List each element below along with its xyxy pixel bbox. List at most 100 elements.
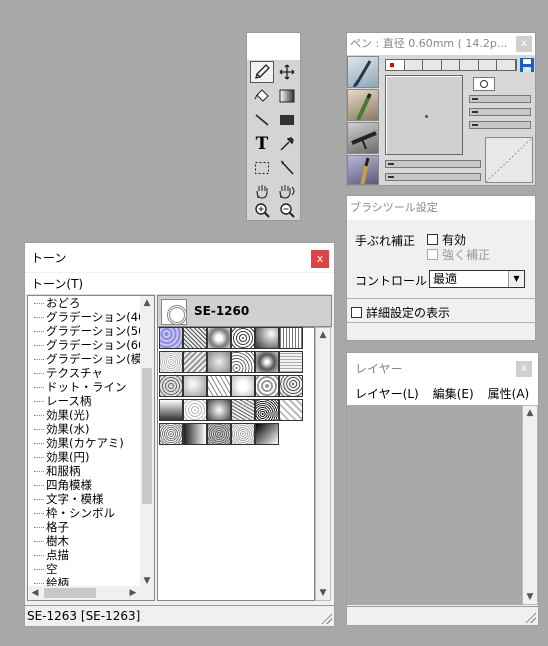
tree-item[interactable]: 文字・模様 — [28, 492, 104, 506]
nib-pen-thumbnail[interactable] — [347, 56, 379, 88]
resize-grip-icon[interactable] — [524, 611, 536, 623]
text-tool-button[interactable]: T — [250, 133, 274, 155]
scroll-up-icon[interactable]: ▲ — [140, 296, 154, 310]
scroll-down-icon[interactable]: ▼ — [523, 590, 537, 604]
tone-swatch[interactable] — [159, 327, 183, 349]
tree-vertical-scrollbar[interactable]: ▲ ▼ — [140, 296, 154, 588]
tree-item[interactable]: おどろ — [28, 296, 81, 310]
selection-tool-button[interactable] — [250, 157, 274, 179]
tree-scroll-thumb[interactable] — [142, 368, 152, 504]
tool-palette-header[interactable] — [247, 33, 300, 60]
tree-item[interactable]: 格子 — [28, 520, 69, 534]
tree-item[interactable]: 効果(水) — [28, 422, 89, 436]
tone-swatch[interactable] — [207, 375, 231, 397]
tree-item[interactable]: グラデーション(50 — [28, 324, 145, 338]
pen-window-close-button[interactable]: x — [516, 36, 532, 52]
airbrush-thumbnail[interactable] — [347, 122, 379, 154]
pen-slider-5[interactable] — [385, 173, 481, 181]
tone-swatch[interactable] — [279, 375, 303, 397]
tone-swatch[interactable] — [183, 399, 207, 421]
tone-swatch[interactable] — [279, 399, 303, 421]
pen-window-title[interactable]: ペン : 直径 0.60mm ( 14.2p... — [347, 33, 535, 55]
tone-swatch[interactable] — [207, 423, 231, 445]
pen-slider-1[interactable] — [469, 95, 531, 103]
pen-tool-button[interactable] — [250, 61, 274, 83]
tone-swatch[interactable] — [231, 399, 255, 421]
tone-swatch[interactable] — [183, 375, 207, 397]
tone-swatch[interactable] — [159, 351, 183, 373]
tone-swatch[interactable] — [159, 375, 183, 397]
pen-slider-2[interactable] — [469, 108, 531, 116]
scroll-up-icon[interactable]: ▲ — [316, 328, 330, 342]
tree-item[interactable]: 効果(円) — [28, 450, 89, 464]
brush-settings-title[interactable]: ブラシツール設定 — [347, 196, 535, 220]
tone-swatch[interactable] — [255, 399, 279, 421]
tone-window-close-button[interactable]: x — [311, 250, 329, 268]
resize-grip-icon[interactable] — [320, 612, 332, 624]
tree-hscroll-thumb[interactable] — [44, 588, 96, 598]
layer-scrollbar[interactable]: ▲ ▼ — [522, 405, 538, 605]
pen-size-indicator[interactable] — [473, 77, 495, 91]
scroll-up-icon[interactable]: ▲ — [523, 406, 537, 420]
tone-swatch[interactable] — [231, 423, 255, 445]
tone-swatch[interactable] — [279, 351, 303, 373]
menu-attribute[interactable]: 属性(A) — [488, 383, 530, 405]
pen-preset-tabs[interactable] — [385, 59, 517, 71]
tone-swatch[interactable] — [159, 423, 183, 445]
tone-swatch[interactable] — [207, 327, 231, 349]
rectangle-tool-button[interactable] — [275, 109, 299, 131]
scroll-right-icon[interactable]: ▶ — [126, 586, 140, 600]
wand-tool-button[interactable] — [275, 157, 299, 179]
checkbox-box[interactable] — [351, 307, 362, 318]
save-icon[interactable] — [519, 57, 535, 73]
pressure-curve[interactable] — [485, 137, 533, 183]
layer-window-close-button[interactable]: x — [516, 361, 532, 377]
tree-item[interactable]: レース柄 — [28, 394, 91, 408]
tone-swatch[interactable] — [183, 327, 207, 349]
zoom-out-tool-button[interactable] — [275, 199, 299, 221]
tone-swatch[interactable] — [159, 399, 183, 421]
fill-tool-button[interactable] — [250, 85, 274, 107]
detail-settings-checkbox[interactable]: 詳細設定の表示 — [351, 304, 450, 321]
tree-item[interactable]: 樹木 — [28, 534, 69, 548]
tree-item[interactable]: 空 — [28, 562, 58, 576]
pencil-thumbnail[interactable] — [347, 89, 379, 121]
control-select[interactable]: 最適 ▼ — [429, 270, 525, 288]
tone-swatch[interactable] — [255, 375, 279, 397]
tree-item[interactable]: 枠・シンボル — [28, 506, 115, 520]
tree-item[interactable]: テクスチャ — [28, 366, 103, 380]
tree-item[interactable]: 点描 — [28, 548, 69, 562]
tone-menu[interactable]: トーン(T) — [25, 273, 334, 295]
menu-layer[interactable]: レイヤー(L) — [355, 383, 419, 405]
tone-window-title[interactable]: トーン — [25, 243, 334, 272]
brush-thumbnail[interactable] — [347, 155, 379, 185]
tone-swatch[interactable] — [207, 399, 231, 421]
zoom-in-tool-button[interactable] — [250, 199, 274, 221]
tree-item[interactable]: 和服柄 — [28, 464, 81, 478]
tone-swatch[interactable] — [255, 327, 279, 349]
tree-item[interactable]: 四角模様 — [28, 478, 92, 492]
gradient-tool-button[interactable] — [275, 85, 299, 107]
tone-swatch[interactable] — [207, 351, 231, 373]
pen-slider-4[interactable] — [385, 160, 481, 168]
eyedropper-tool-button[interactable] — [275, 133, 299, 155]
tone-swatch[interactable] — [231, 327, 255, 349]
tree-item[interactable]: グラデーション(模 — [28, 352, 142, 366]
line-tool-button[interactable] — [250, 109, 274, 131]
tree-item[interactable]: グラデーション(40 — [28, 310, 145, 324]
tone-swatch[interactable] — [279, 327, 303, 349]
tone-swatch[interactable] — [231, 375, 255, 397]
pen-slider-3[interactable] — [469, 121, 531, 129]
tone-swatch[interactable] — [183, 423, 207, 445]
tone-swatch[interactable] — [255, 423, 279, 445]
checkbox-box[interactable] — [427, 234, 438, 245]
tree-item[interactable]: 効果(光) — [28, 408, 89, 422]
tree-horizontal-scrollbar[interactable]: ◀ ▶ — [28, 586, 154, 600]
menu-edit[interactable]: 編集(E) — [433, 383, 474, 405]
tree-item[interactable]: グラデーション(60 — [28, 338, 145, 352]
tone-swatch[interactable] — [255, 351, 279, 373]
tree-item[interactable]: ドット・ライン — [28, 380, 127, 394]
tone-swatch[interactable] — [183, 351, 207, 373]
tree-item[interactable]: 効果(カケアミ) — [28, 436, 124, 450]
scroll-left-icon[interactable]: ◀ — [28, 586, 42, 600]
